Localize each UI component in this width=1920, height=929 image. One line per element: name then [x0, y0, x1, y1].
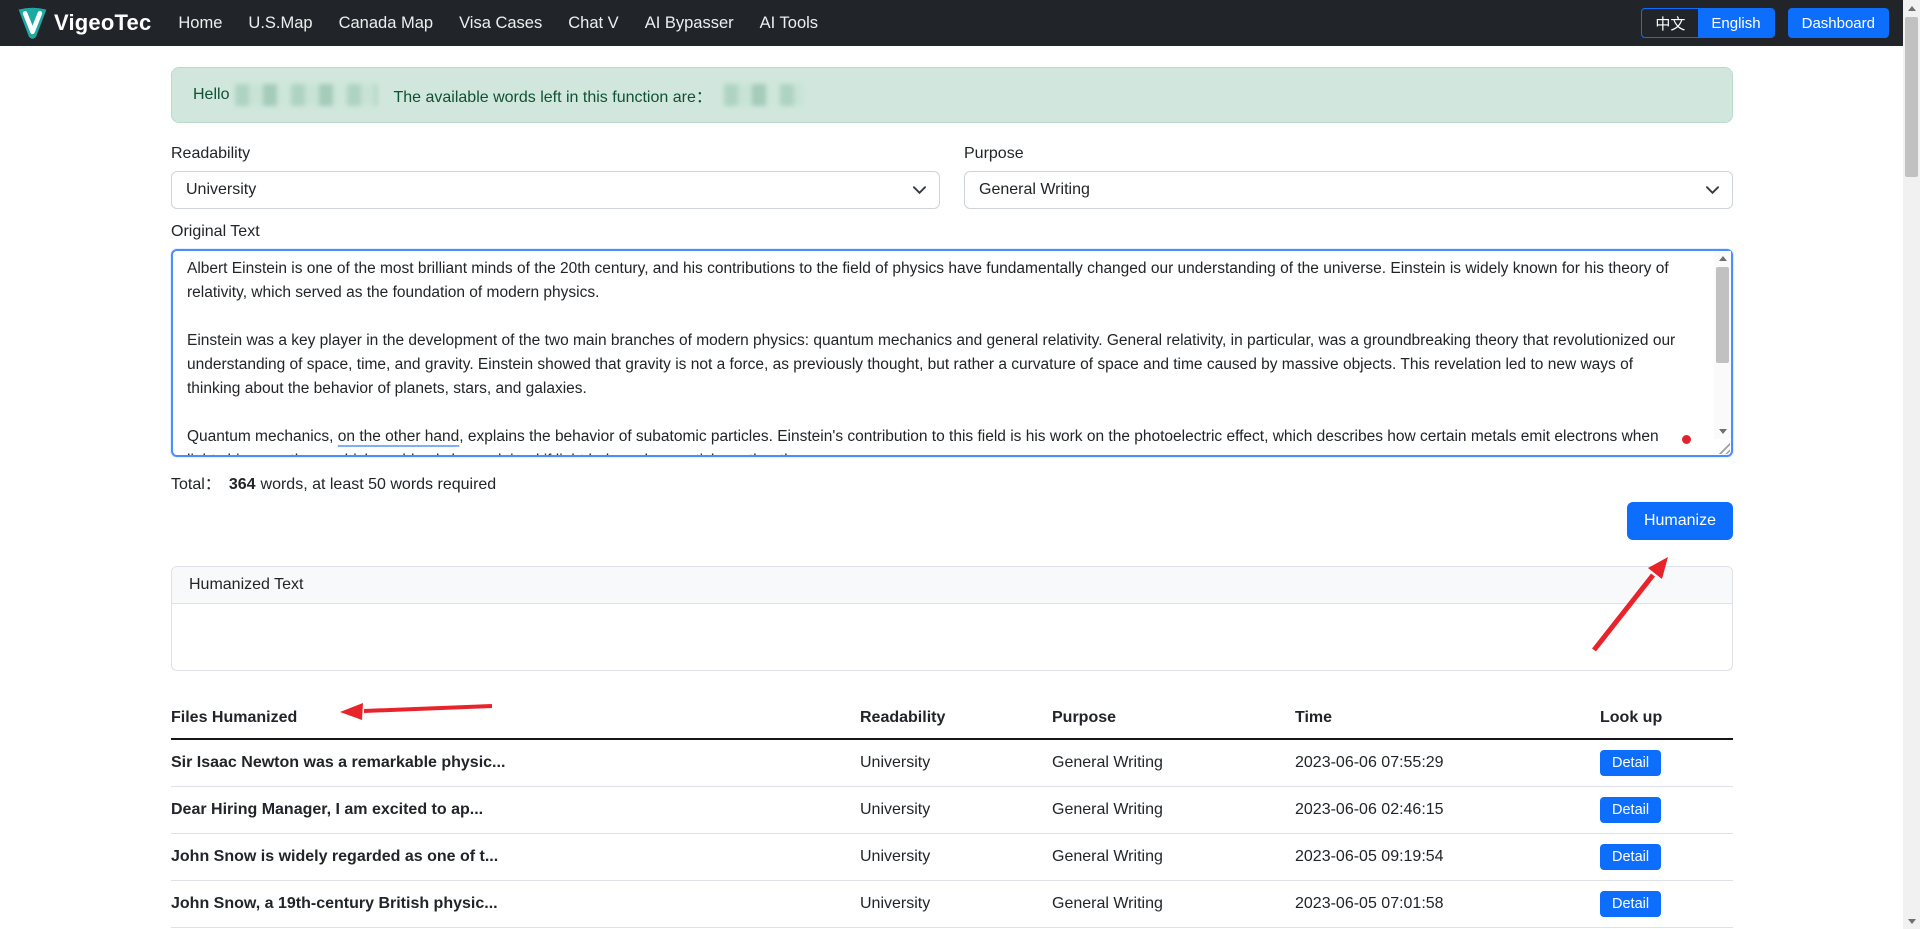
nav-item-visa-cases[interactable]: Visa Cases	[446, 4, 555, 43]
row-time: 2023-06-06 07:55:29	[1295, 739, 1600, 786]
textarea-scrollbar-thumb[interactable]	[1716, 267, 1729, 363]
row-purpose: General Writing	[1052, 739, 1295, 786]
row-time: 2023-06-05 07:01:58	[1295, 880, 1600, 927]
scroll-down-arrow-icon[interactable]	[1714, 424, 1731, 439]
nav-item-ai-tools[interactable]: AI Tools	[747, 4, 831, 43]
top-navbar: VigeoTec Home U.S.Map Canada Map Visa Ca…	[0, 0, 1903, 46]
row-purpose: General Writing	[1052, 786, 1295, 833]
lang-chinese-button[interactable]: 中文	[1642, 9, 1698, 37]
purpose-selected-value: General Writing	[979, 181, 1090, 199]
nav-item-ai-bypasser[interactable]: AI Bypasser	[632, 4, 747, 43]
chevron-down-icon	[913, 185, 926, 195]
navbar-right: 中文 English Dashboard	[1641, 8, 1889, 38]
detail-button[interactable]: Detail	[1600, 750, 1661, 776]
lang-english-button[interactable]: English	[1698, 9, 1773, 37]
row-time: 2023-06-06 02:46:15	[1295, 786, 1600, 833]
nav-item-canada-map[interactable]: Canada Map	[326, 4, 446, 43]
humanized-text-card: Humanized Text	[171, 566, 1733, 671]
dashboard-button[interactable]: Dashboard	[1788, 8, 1889, 38]
humanize-button-row: Humanize	[171, 502, 1733, 540]
word-count-line: Total： 364 words, at least 50 words requir…	[171, 470, 1733, 494]
col-header-files-humanized: Files Humanized	[171, 699, 860, 739]
alert-hello-text: Hello	[193, 86, 229, 104]
row-readability: University	[860, 739, 1052, 786]
nav-item-us-map[interactable]: U.S.Map	[235, 4, 325, 43]
original-text-label: Original Text	[171, 223, 1733, 241]
scroll-up-arrow-icon[interactable]	[1714, 251, 1731, 266]
brand[interactable]: VigeoTec	[14, 5, 151, 42]
word-count-value: 364	[229, 476, 256, 493]
purpose-select[interactable]: General Writing	[964, 171, 1733, 209]
readability-selected-value: University	[186, 181, 256, 199]
nav-item-home[interactable]: Home	[165, 4, 235, 43]
files-humanized-table: Files Humanized Readability Purpose Time…	[171, 699, 1733, 928]
row-readability: University	[860, 786, 1052, 833]
word-count-requirement: words, at least 50 words required	[261, 476, 497, 493]
table-row: John Snow, a 19th-century British physic…	[171, 880, 1733, 927]
scroll-up-arrow-icon[interactable]	[1903, 0, 1920, 16]
detail-button[interactable]: Detail	[1600, 891, 1661, 917]
file-title: Sir Isaac Newton was a remarkable physic…	[171, 739, 860, 786]
paragraph: Einstein was a key player in the develop…	[187, 329, 1687, 401]
col-header-readability: Readability	[860, 699, 1052, 739]
textarea-scrollbar[interactable]	[1714, 251, 1731, 439]
words-remaining-alert: Hello The available words left in this f…	[171, 67, 1733, 123]
row-readability: University	[860, 833, 1052, 880]
row-purpose: General Writing	[1052, 880, 1295, 927]
original-text-textarea[interactable]: Albert Einstein is one of the most brill…	[171, 249, 1733, 457]
original-text-content: Albert Einstein is one of the most brill…	[187, 257, 1687, 455]
humanized-text-body	[172, 604, 1732, 670]
redacted-username	[235, 84, 377, 106]
table-header-row: Files Humanized Readability Purpose Time…	[171, 699, 1733, 739]
purpose-label: Purpose	[964, 145, 1733, 163]
grammar-indicator-dot[interactable]	[1682, 435, 1691, 444]
language-toggle: 中文 English	[1641, 8, 1774, 38]
file-title: John Snow is widely regarded as one of t…	[171, 833, 860, 880]
row-time: 2023-06-05 09:19:54	[1295, 833, 1600, 880]
purpose-field: Purpose General Writing	[964, 145, 1733, 209]
page-scrollbar[interactable]	[1903, 0, 1920, 929]
scroll-down-arrow-icon[interactable]	[1903, 913, 1920, 929]
col-header-look-up: Look up	[1600, 699, 1733, 739]
vigeotec-logo-icon	[14, 5, 51, 42]
chevron-down-icon	[1706, 185, 1719, 195]
page-scrollbar-thumb[interactable]	[1905, 17, 1918, 177]
col-header-purpose: Purpose	[1052, 699, 1295, 739]
readability-field: Readability University	[171, 145, 940, 209]
file-title: Dear Hiring Manager, I am excited to ap.…	[171, 786, 860, 833]
paragraph: Albert Einstein is one of the most brill…	[187, 257, 1687, 305]
humanize-button[interactable]: Humanize	[1627, 502, 1733, 540]
options-row: Readability University Purpose General W…	[171, 145, 1733, 209]
redacted-word-count	[724, 84, 804, 106]
detail-button[interactable]: Detail	[1600, 797, 1661, 823]
alert-message-text: The available words left in this functio…	[393, 83, 711, 107]
file-title: John Snow, a 19th-century British physic…	[171, 880, 860, 927]
brand-name: VigeoTec	[54, 10, 151, 36]
nav-links: Home U.S.Map Canada Map Visa Cases Chat …	[165, 4, 831, 43]
detail-button[interactable]: Detail	[1600, 844, 1661, 870]
total-label: Total：	[171, 476, 221, 493]
row-readability: University	[860, 880, 1052, 927]
table-row: Sir Isaac Newton was a remarkable physic…	[171, 739, 1733, 786]
nav-item-chat-v[interactable]: Chat V	[555, 4, 631, 43]
col-header-time: Time	[1295, 699, 1600, 739]
textarea-resize-grip-icon[interactable]	[1716, 440, 1730, 454]
grammar-underlined-phrase: on the other hand	[338, 428, 460, 445]
readability-select[interactable]: University	[171, 171, 940, 209]
table-row: Dear Hiring Manager, I am excited to ap.…	[171, 786, 1733, 833]
paragraph: Quantum mechanics, on the other hand, ex…	[187, 425, 1687, 455]
main-content: Hello The available words left in this f…	[171, 46, 1733, 928]
humanized-text-header: Humanized Text	[172, 567, 1732, 604]
readability-label: Readability	[171, 145, 940, 163]
row-purpose: General Writing	[1052, 833, 1295, 880]
table-row: John Snow is widely regarded as one of t…	[171, 833, 1733, 880]
